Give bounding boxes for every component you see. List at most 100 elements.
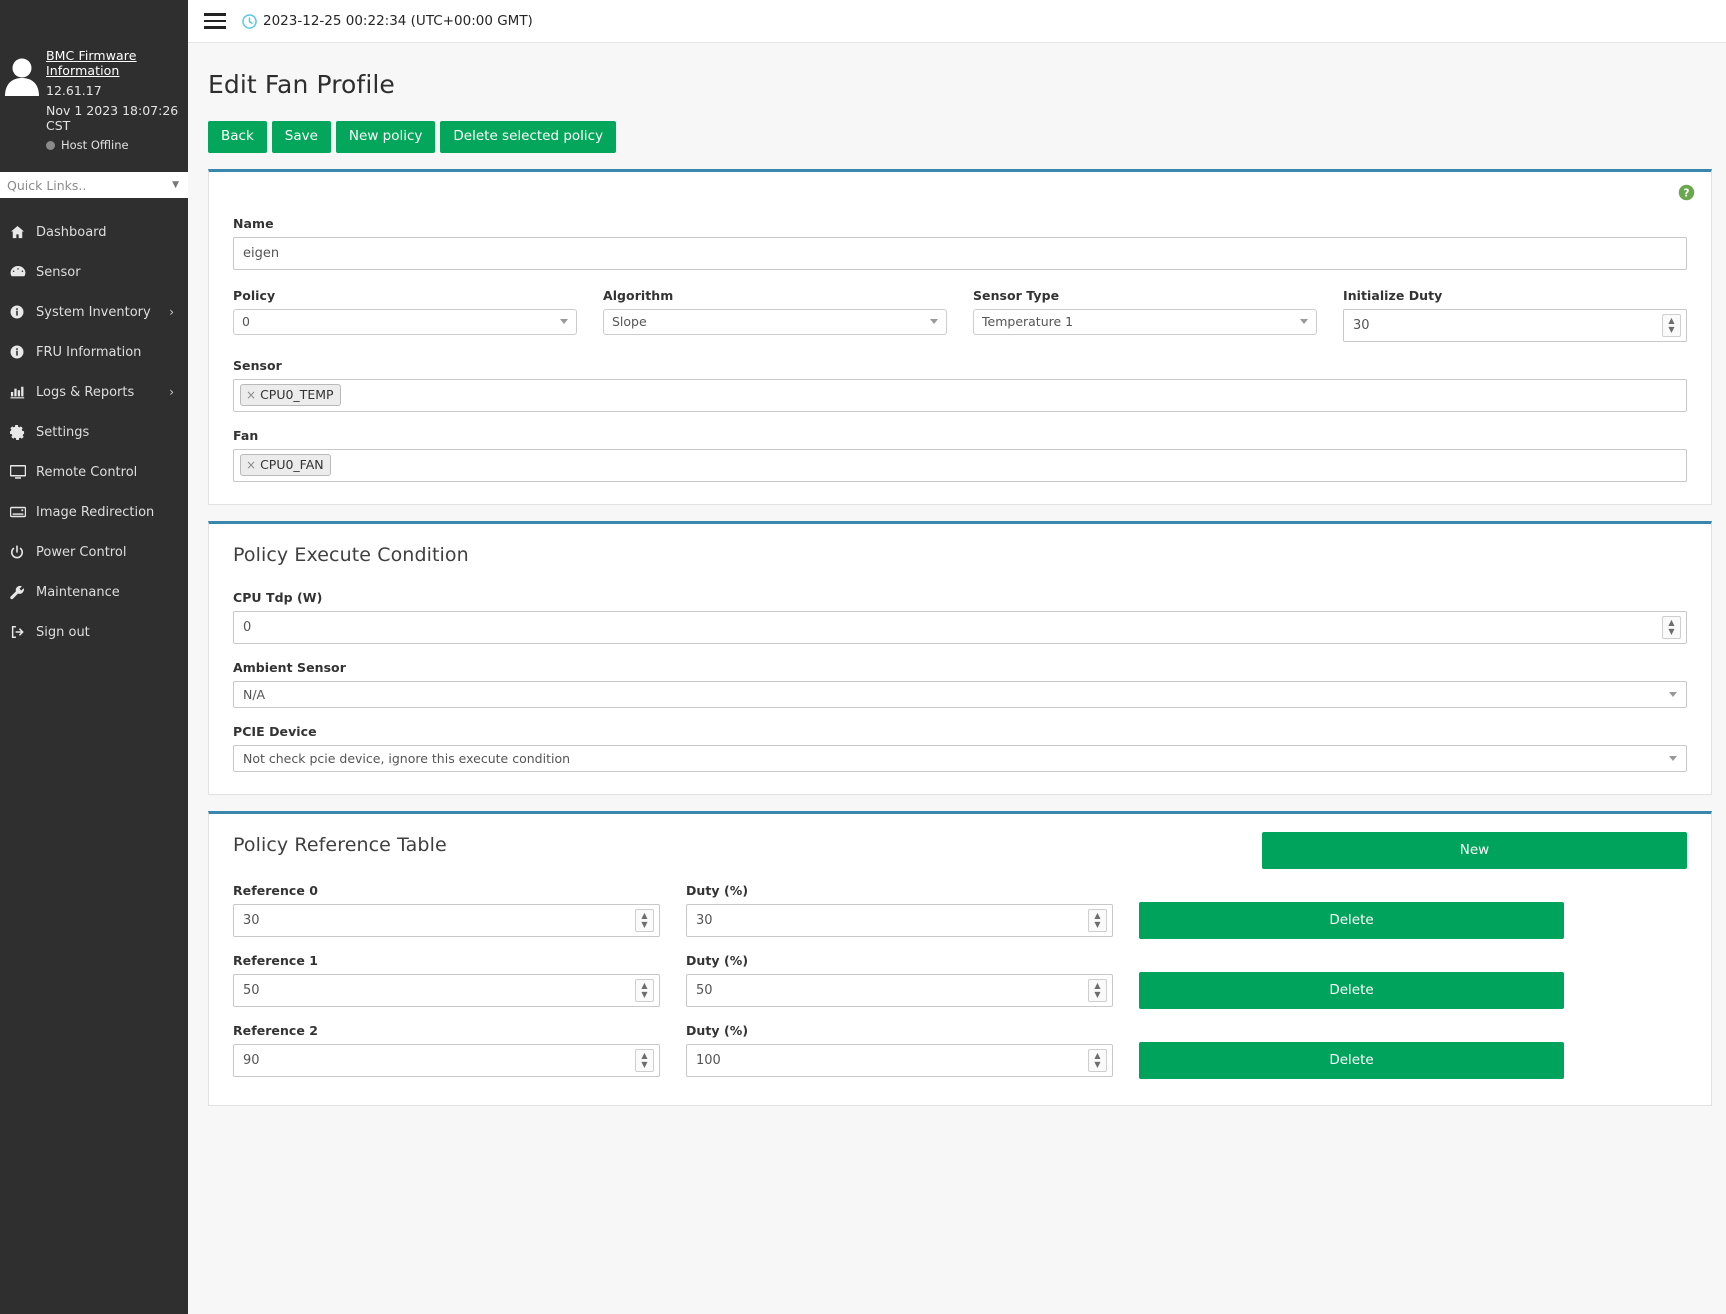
reference-label: Reference 1 [233, 952, 319, 968]
selected-tag[interactable]: × CPU0_FAN [240, 454, 331, 477]
fan-field-group: Fan × CPU0_FAN [233, 428, 1687, 482]
sidebar-item-label: Remote Control [36, 464, 138, 480]
chevron-down-icon [560, 319, 568, 325]
ambient-sensor-select[interactable]: N/A [233, 680, 1687, 708]
cpu-tdp-field-group: CPU Tdp (W) 0 ▲ ▼ [233, 590, 1687, 644]
sidebar-item-sensor[interactable]: Sensor [0, 252, 188, 292]
gear-icon [10, 424, 36, 440]
cpu-tdp-stepper[interactable]: 0 ▲ ▼ [233, 610, 1687, 644]
current-timestamp: 2023-12-25 00:22:34 (UTC+00:00 GMT) [263, 13, 533, 29]
sidebar-item-logs-reports[interactable]: Logs & Reports › [0, 372, 188, 412]
host-status-dot-icon [46, 140, 55, 150]
sidebar-item-label: Image Redirection [36, 504, 155, 520]
pcie-device-select[interactable]: Not check pcie device, ignore this execu… [233, 744, 1687, 772]
sidebar-item-remote-control[interactable]: Remote Control [0, 452, 188, 492]
stepper-arrows-icon[interactable]: ▲ ▼ [1088, 1048, 1107, 1072]
gauge-icon [10, 265, 36, 279]
reference-stepper[interactable]: 30 ▲ ▼ [233, 903, 660, 937]
duty-field-group: Duty (%) 30 ▲ ▼ [686, 883, 1113, 939]
sidebar-item-label: Settings [36, 424, 90, 440]
bmc-firmware-information-link[interactable]: BMC Firmware Information [46, 48, 188, 78]
wrench-icon [10, 585, 36, 600]
duty-field-group: Duty (%) 100 ▲ ▼ [686, 1023, 1113, 1079]
hamburger-icon[interactable] [204, 13, 226, 29]
reference-value: 50 [243, 982, 260, 998]
reference-label: Reference 0 [233, 882, 319, 898]
page-action-buttons: Back Save New policy Delete selected policy [208, 121, 1712, 153]
tag-label: CPU0_FAN [260, 457, 324, 473]
sidebar-item-fru-information[interactable]: FRU Information [0, 332, 188, 372]
sidebar-item-image-redirection[interactable]: Image Redirection [0, 492, 188, 532]
remove-tag-icon[interactable]: × [246, 388, 256, 402]
duty-field-group: Duty (%) 50 ▲ ▼ [686, 953, 1113, 1009]
help-circle-icon[interactable]: ? [1678, 184, 1695, 201]
delete-button-wrap: Delete [1139, 1023, 1564, 1079]
sensor-type-select-value: Temperature 1 [982, 314, 1074, 330]
initialize-duty-stepper[interactable]: 30 ▲ ▼ [1343, 308, 1687, 342]
sidebar-nav: Dashboard Sensor System Inventory › FRU Info… [0, 212, 188, 652]
pcie-device-value: Not check pcie device, ignore this execu… [243, 750, 571, 766]
reference-stepper[interactable]: 90 ▲ ▼ [233, 1043, 660, 1077]
sidebar-item-dashboard[interactable]: Dashboard [0, 212, 188, 252]
fan-multiselect[interactable]: × CPU0_FAN [233, 448, 1687, 482]
delete-button-wrap: Delete [1139, 883, 1564, 939]
ambient-sensor-label: Ambient Sensor [233, 659, 346, 675]
sign-out-icon [10, 625, 36, 639]
info-icon [10, 305, 36, 319]
clock-icon [242, 13, 257, 29]
chevron-down-icon [1300, 319, 1308, 325]
stepper-arrows-icon[interactable]: ▲ ▼ [635, 1048, 654, 1072]
name-field-group: Name eigen [233, 216, 1687, 270]
duty-value: 30 [696, 912, 713, 928]
reference-row: Reference 2 90 ▲ ▼ Duty (%) 100 ▲ ▼ Delete [233, 1023, 1687, 1079]
sensor-multiselect[interactable]: × CPU0_TEMP [233, 378, 1687, 412]
policy-field-group: Policy 0 [233, 288, 577, 342]
algorithm-select[interactable]: Slope [603, 308, 947, 335]
sensor-type-select[interactable]: Temperature 1 [973, 308, 1317, 335]
sidebar-item-maintenance[interactable]: Maintenance [0, 572, 188, 612]
page-content: Edit Fan Profile Back Save New policy Delet… [188, 43, 1726, 1314]
duty-stepper[interactable]: 50 ▲ ▼ [686, 973, 1113, 1007]
tag-label: CPU0_TEMP [260, 387, 334, 403]
stepper-arrows-icon[interactable]: ▲ ▼ [1088, 908, 1107, 932]
reference-row: Reference 1 50 ▲ ▼ Duty (%) 50 ▲ ▼ Delete [233, 953, 1687, 1009]
stepper-arrows-icon[interactable]: ▲ ▼ [635, 978, 654, 1002]
ambient-sensor-value: N/A [243, 686, 266, 702]
duty-stepper[interactable]: 100 ▲ ▼ [686, 1043, 1113, 1077]
delete-selected-policy-button[interactable]: Delete selected policy [440, 121, 617, 153]
delete-reference-button[interactable]: Delete [1139, 901, 1564, 939]
policy-select-value: 0 [242, 314, 250, 330]
sidebar-item-settings[interactable]: Settings [0, 412, 188, 452]
remove-tag-icon[interactable]: × [246, 458, 256, 472]
sidebar-item-label: Sensor [36, 264, 81, 280]
stepper-arrows-icon[interactable]: ▲ ▼ [1662, 615, 1681, 639]
back-button[interactable]: Back [208, 121, 267, 153]
sidebar-item-system-inventory[interactable]: System Inventory › [0, 292, 188, 332]
initialize-duty-label: Initialize Duty [1343, 287, 1443, 303]
duty-stepper[interactable]: 30 ▲ ▼ [686, 903, 1113, 937]
name-input[interactable]: eigen [233, 236, 1687, 270]
reference-stepper[interactable]: 50 ▲ ▼ [233, 973, 660, 1007]
duty-label: Duty (%) [686, 952, 749, 968]
fan-profile-card: ? Name eigen Policy 0 Algorithm Slope Se… [208, 168, 1712, 505]
host-status-label: Host Offline [61, 138, 129, 152]
monitor-icon [10, 465, 36, 479]
new-policy-button[interactable]: New policy [335, 121, 436, 153]
save-button[interactable]: Save [271, 121, 331, 153]
stepper-arrows-icon[interactable]: ▲ ▼ [1662, 313, 1681, 337]
new-reference-button[interactable]: New [1262, 831, 1687, 869]
stepper-arrows-icon[interactable]: ▲ ▼ [635, 908, 654, 932]
sensor-label: Sensor [233, 357, 282, 373]
quick-links-dropdown[interactable]: Quick Links.. ▼ [0, 172, 188, 198]
policy-execute-condition-title: Policy Execute Condition [233, 543, 469, 566]
stepper-arrows-icon[interactable]: ▲ ▼ [1088, 978, 1107, 1002]
delete-reference-button[interactable]: Delete [1139, 1041, 1564, 1079]
sensor-type-label: Sensor Type [973, 287, 1060, 303]
policy-select[interactable]: 0 [233, 308, 577, 335]
info-icon [10, 345, 36, 359]
selected-tag[interactable]: × CPU0_TEMP [240, 384, 341, 407]
reference-label: Reference 2 [233, 1022, 319, 1038]
delete-reference-button[interactable]: Delete [1139, 971, 1564, 1009]
sidebar-item-sign-out[interactable]: Sign out [0, 612, 188, 652]
sidebar-item-power-control[interactable]: Power Control [0, 532, 188, 572]
